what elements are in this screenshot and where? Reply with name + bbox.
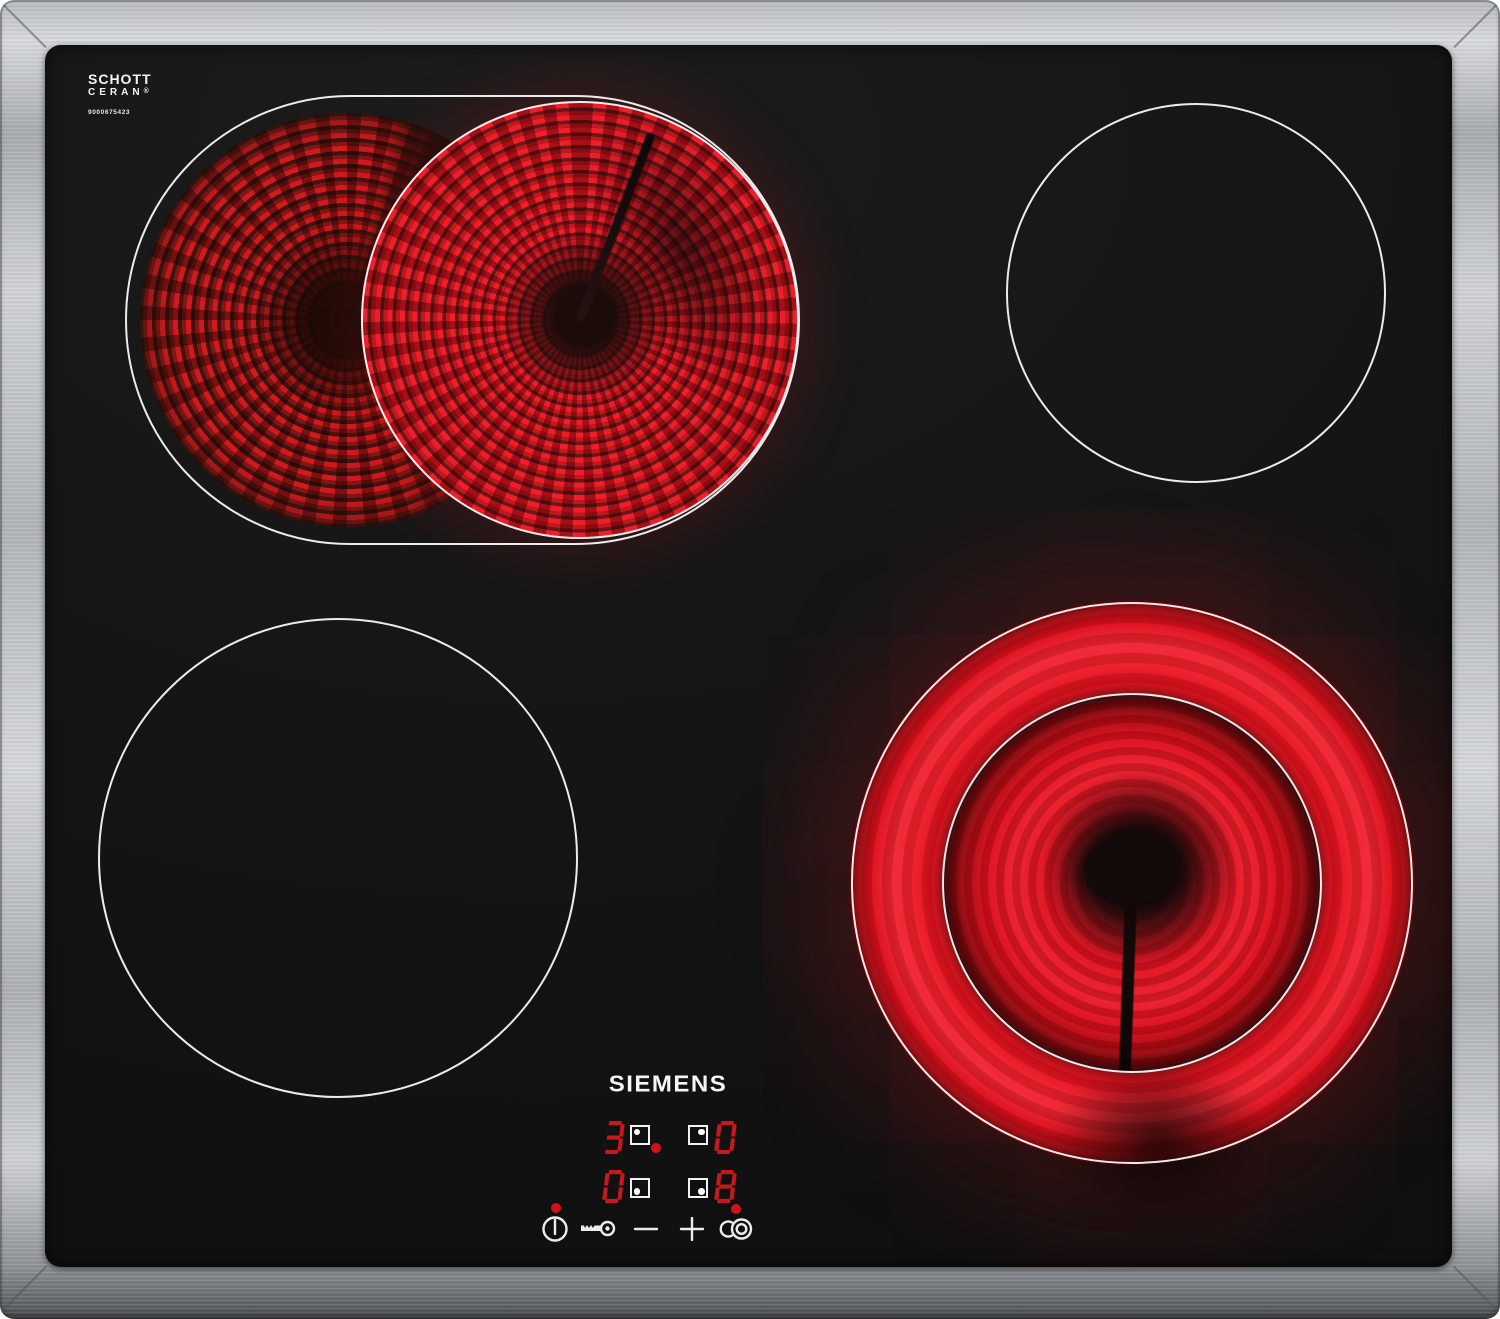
siemens-logo: SIEMENS — [608, 1071, 728, 1098]
level-display-front-right — [714, 1170, 737, 1203]
schott-ceran-logo: SCHOTT CERAN® — [88, 72, 152, 98]
level-display-back-left — [602, 1121, 625, 1154]
active-indicator-dot-back-left — [651, 1143, 661, 1153]
model-number: 9000675423 — [88, 109, 131, 116]
minus-icon — [633, 1227, 659, 1231]
key-icon — [581, 1220, 616, 1237]
zone-outline-circle — [361, 101, 799, 539]
dual-zone-icon — [719, 1218, 753, 1240]
frame-miter-seam — [1453, 0, 1500, 48]
schott-logo-text: SCHOTT — [88, 71, 152, 87]
child-lock-button[interactable] — [579, 1217, 617, 1241]
zone-indicator-back-right — [688, 1125, 708, 1145]
zone-position-dot — [633, 1188, 640, 1195]
power-button[interactable] — [541, 1215, 569, 1243]
cooking-zone-back-right-outline — [1006, 103, 1386, 483]
increase-button[interactable] — [679, 1217, 705, 1241]
ceramic-glass-surface: SCHOTT CERAN® 9000675423 SIEMENS — [45, 45, 1452, 1267]
zone-indicator-front-left — [630, 1178, 650, 1198]
zone-position-dot — [698, 1128, 705, 1135]
active-indicator-dot-front-right — [731, 1204, 741, 1214]
cooktop-steel-frame: SCHOTT CERAN® 9000675423 SIEMENS — [0, 0, 1500, 1319]
zone-indicator-back-left — [630, 1125, 650, 1145]
zone-indicator-front-right — [688, 1178, 708, 1198]
level-display-back-right — [714, 1121, 737, 1154]
power-icon — [542, 1216, 568, 1242]
plus-icon — [679, 1217, 705, 1241]
frame-miter-seam — [0, 1265, 47, 1313]
ceran-logo-text: CERAN — [88, 87, 144, 98]
dual-zone-button[interactable] — [715, 1216, 753, 1242]
level-display-front-left — [602, 1170, 625, 1203]
decrease-button[interactable] — [633, 1217, 659, 1241]
cooking-zone-front-left-outline — [98, 618, 578, 1098]
zone-position-dot — [698, 1188, 705, 1195]
zone-position-dot — [633, 1128, 640, 1135]
frame-miter-seam — [0, 0, 47, 48]
registered-mark: ® — [143, 88, 149, 95]
power-indicator-dot — [551, 1203, 561, 1213]
frame-miter-seam — [1453, 1265, 1500, 1313]
zone-outline-inner — [942, 693, 1322, 1073]
